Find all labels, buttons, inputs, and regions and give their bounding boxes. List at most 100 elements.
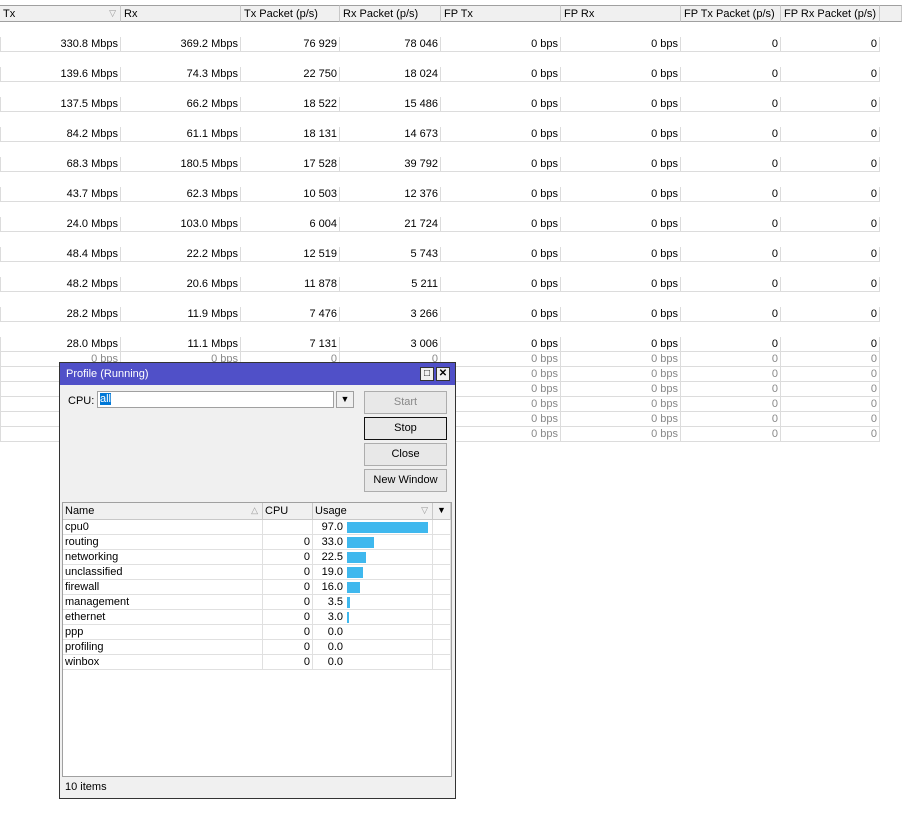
profile-cpu-cell[interactable]: 0	[263, 655, 313, 670]
table-cell[interactable]: 18 522	[241, 97, 340, 112]
profile-usage-cell[interactable]: 33.0	[313, 535, 433, 550]
table-cell[interactable]: 0 bps	[561, 382, 681, 397]
table-cell[interactable]: 0 bps	[441, 247, 561, 262]
table-cell[interactable]: 0 bps	[441, 97, 561, 112]
table-cell[interactable]: 0 bps	[441, 277, 561, 292]
table-cell[interactable]: 0 bps	[441, 307, 561, 322]
table-cell[interactable]: 18 131	[241, 127, 340, 142]
profile-cpu-cell[interactable]: 0	[263, 565, 313, 580]
table-cell[interactable]: 39 792	[340, 157, 441, 172]
table-cell[interactable]: 0 bps	[441, 337, 561, 352]
column-header-cpu[interactable]: CPU	[263, 503, 313, 520]
table-cell[interactable]: 76 929	[241, 37, 340, 52]
table-cell[interactable]: 0	[781, 67, 880, 82]
table-cell[interactable]: 0	[781, 412, 880, 427]
table-cell[interactable]: 0	[781, 127, 880, 142]
column-header-fp-rx[interactable]: FP Rx	[561, 5, 681, 22]
table-cell[interactable]: 103.0 Mbps	[121, 217, 241, 232]
table-cell[interactable]: 0 bps	[441, 397, 561, 412]
table-cell[interactable]: 68.3 Mbps	[0, 157, 121, 172]
table-cell[interactable]: 7 131	[241, 337, 340, 352]
profile-name-cell[interactable]: management	[63, 595, 263, 610]
table-cell[interactable]: 0	[681, 187, 781, 202]
table-cell[interactable]: 0	[681, 247, 781, 262]
table-cell[interactable]: 48.2 Mbps	[0, 277, 121, 292]
table-cell[interactable]: 0	[681, 157, 781, 172]
profile-name-cell[interactable]: profiling	[63, 640, 263, 655]
table-cell[interactable]: 0	[681, 337, 781, 352]
profile-name-cell[interactable]: routing	[63, 535, 263, 550]
column-header-usage[interactable]: Usage ▽	[313, 503, 433, 520]
table-cell[interactable]: 48.4 Mbps	[0, 247, 121, 262]
table-cell[interactable]: 28.0 Mbps	[0, 337, 121, 352]
table-cell[interactable]: 0 bps	[441, 217, 561, 232]
table-cell[interactable]: 139.6 Mbps	[0, 67, 121, 82]
table-cell[interactable]: 0 bps	[441, 187, 561, 202]
maximize-icon[interactable]: □	[420, 367, 434, 381]
table-cell[interactable]: 0	[681, 307, 781, 322]
table-cell[interactable]: 0	[781, 247, 880, 262]
column-header-name[interactable]: Name △	[63, 503, 263, 520]
table-cell[interactable]: 5 743	[340, 247, 441, 262]
close-icon[interactable]: ✕	[436, 367, 450, 381]
profile-cpu-cell[interactable]: 0	[263, 640, 313, 655]
table-cell[interactable]: 0 bps	[561, 247, 681, 262]
table-cell[interactable]: 11 878	[241, 277, 340, 292]
table-cell[interactable]: 0 bps	[441, 367, 561, 382]
table-cell[interactable]: 0	[781, 277, 880, 292]
table-cell[interactable]: 0 bps	[561, 127, 681, 142]
table-cell[interactable]: 0	[681, 412, 781, 427]
column-header-fp-rx-packet-p-s[interactable]: FP Rx Packet (p/s)	[781, 5, 880, 22]
profile-usage-cell[interactable]: 22.5	[313, 550, 433, 565]
table-cell[interactable]: 0 bps	[561, 187, 681, 202]
profile-cpu-cell[interactable]: 0	[263, 550, 313, 565]
profile-usage-cell[interactable]: 19.0	[313, 565, 433, 580]
cpu-dropdown-icon[interactable]: ▼	[336, 391, 354, 408]
table-cell[interactable]: 0 bps	[561, 157, 681, 172]
table-cell[interactable]: 0 bps	[561, 37, 681, 52]
table-cell[interactable]: 22 750	[241, 67, 340, 82]
table-cell[interactable]: 0	[781, 97, 880, 112]
table-cell[interactable]: 28.2 Mbps	[0, 307, 121, 322]
stop-button[interactable]: Stop	[364, 417, 447, 440]
table-cell[interactable]: 330.8 Mbps	[0, 37, 121, 52]
table-cell[interactable]: 0	[781, 427, 880, 442]
table-cell[interactable]: 0	[781, 157, 880, 172]
table-cell[interactable]: 12 519	[241, 247, 340, 262]
profile-cpu-cell[interactable]: 0	[263, 625, 313, 640]
table-cell[interactable]: 0 bps	[561, 427, 681, 442]
column-menu-icon[interactable]: ▼	[433, 503, 451, 520]
profile-name-cell[interactable]: ppp	[63, 625, 263, 640]
table-cell[interactable]: 0	[781, 382, 880, 397]
profile-name-cell[interactable]: networking	[63, 550, 263, 565]
column-header-rx-packet-p-s[interactable]: Rx Packet (p/s)	[340, 5, 441, 22]
table-cell[interactable]: 14 673	[340, 127, 441, 142]
table-cell[interactable]: 0	[681, 127, 781, 142]
table-cell[interactable]: 6 004	[241, 217, 340, 232]
start-button[interactable]: Start	[364, 391, 447, 414]
profile-window[interactable]: Profile (Running) □ ✕ CPU: all ▼ Start S…	[59, 362, 456, 799]
table-cell[interactable]: 0 bps	[441, 37, 561, 52]
table-cell[interactable]: 0 bps	[441, 427, 561, 442]
table-cell[interactable]: 43.7 Mbps	[0, 187, 121, 202]
table-cell[interactable]: 0 bps	[561, 97, 681, 112]
profile-usage-cell[interactable]: 3.0	[313, 610, 433, 625]
table-cell[interactable]: 3 006	[340, 337, 441, 352]
table-cell[interactable]: 137.5 Mbps	[0, 97, 121, 112]
table-cell[interactable]: 78 046	[340, 37, 441, 52]
table-cell[interactable]: 0 bps	[561, 277, 681, 292]
profile-cpu-cell[interactable]	[263, 520, 313, 535]
table-cell[interactable]: 369.2 Mbps	[121, 37, 241, 52]
profile-usage-cell[interactable]: 3.5	[313, 595, 433, 610]
table-cell[interactable]: 0	[681, 427, 781, 442]
profile-cpu-cell[interactable]: 0	[263, 610, 313, 625]
table-cell[interactable]: 0	[681, 367, 781, 382]
profile-usage-cell[interactable]: 0.0	[313, 625, 433, 640]
table-cell[interactable]: 0	[781, 337, 880, 352]
table-cell[interactable]: 18 024	[340, 67, 441, 82]
table-cell[interactable]: 0 bps	[441, 127, 561, 142]
table-cell[interactable]: 180.5 Mbps	[121, 157, 241, 172]
column-header-tx-packet-p-s[interactable]: Tx Packet (p/s)	[241, 5, 340, 22]
column-header-fp-tx[interactable]: FP Tx	[441, 5, 561, 22]
table-cell[interactable]: 0	[681, 397, 781, 412]
